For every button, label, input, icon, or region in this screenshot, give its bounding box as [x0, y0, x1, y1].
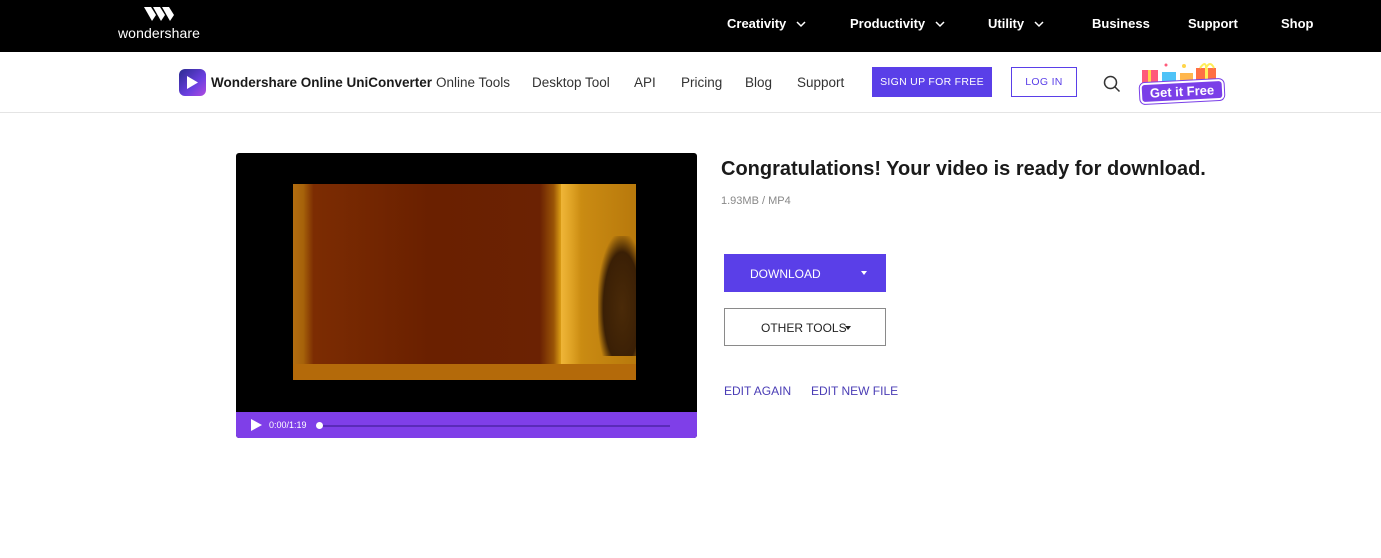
topnav-label: Utility	[988, 16, 1025, 31]
nav-api[interactable]: API	[634, 75, 656, 90]
uniconverter-logo-icon[interactable]	[179, 69, 206, 96]
sign-up-button[interactable]: SIGN UP FOR FREE	[872, 67, 992, 97]
topnav-support[interactable]: Support	[1188, 16, 1238, 31]
playback-time: 0:00/1:19	[269, 420, 307, 430]
video-frame-subject	[598, 236, 636, 356]
video-frame-highlight	[561, 184, 581, 380]
chevron-down-icon	[935, 20, 945, 27]
search-icon[interactable]	[1103, 75, 1121, 93]
wondershare-logo[interactable]: wondershare	[113, 5, 205, 45]
chevron-down-icon	[796, 20, 806, 27]
seek-handle[interactable]	[316, 422, 323, 429]
play-icon[interactable]	[251, 419, 262, 431]
topnav-label: Business	[1092, 16, 1150, 31]
nav-desktop-tool[interactable]: Desktop Tool	[532, 75, 610, 90]
edit-again-link[interactable]: EDIT AGAIN	[724, 384, 791, 398]
download-label: DOWNLOAD	[750, 267, 821, 281]
chevron-down-icon	[1034, 20, 1044, 27]
file-info: 1.93MB / MP4	[721, 195, 791, 207]
nav-support[interactable]: Support	[797, 75, 844, 90]
seek-bar[interactable]	[320, 425, 670, 427]
topnav-shop[interactable]: Shop	[1281, 16, 1314, 31]
get-it-free-promo[interactable]: Get it Free	[1136, 60, 1228, 108]
topnav-creativity[interactable]: Creativity	[727, 16, 806, 31]
product-nav: Wondershare Online UniConverter Online T…	[0, 52, 1381, 113]
topnav-label: Creativity	[727, 16, 787, 31]
topnav-productivity[interactable]: Productivity	[850, 16, 945, 31]
top-bar: wondershare Creativity Productivity Util…	[0, 0, 1381, 52]
topnav-label: Support	[1188, 16, 1238, 31]
topnav-label: Productivity	[850, 16, 926, 31]
log-in-button[interactable]: LOG IN	[1011, 67, 1077, 97]
nav-blog[interactable]: Blog	[745, 75, 772, 90]
nav-pricing[interactable]: Pricing	[681, 75, 722, 90]
caret-down-icon[interactable]	[861, 271, 867, 275]
other-tools-button[interactable]: OTHER TOOLS	[724, 308, 886, 346]
download-button[interactable]: DOWNLOAD	[724, 254, 886, 292]
video-frame	[293, 184, 636, 380]
player-controls: 0:00/1:19	[236, 412, 697, 438]
topnav-business[interactable]: Business	[1092, 16, 1150, 31]
topnav-label: Shop	[1281, 16, 1314, 31]
video-player[interactable]: 0:00/1:19	[236, 153, 697, 438]
video-frame-floor	[293, 364, 636, 380]
caret-down-icon	[845, 326, 851, 330]
edit-new-file-link[interactable]: EDIT NEW FILE	[811, 384, 898, 398]
topnav-utility[interactable]: Utility	[988, 16, 1044, 31]
other-tools-label: OTHER TOOLS	[761, 321, 847, 335]
get-it-free-label: Get it Free	[1139, 78, 1225, 105]
product-title[interactable]: Wondershare Online UniConverter	[211, 75, 432, 90]
wondershare-wordmark: wondershare	[117, 25, 201, 41]
wondershare-logo-icon	[144, 7, 174, 21]
result-headline: Congratulations! Your video is ready for…	[721, 158, 1206, 180]
nav-online-tools[interactable]: Online Tools	[436, 75, 510, 90]
